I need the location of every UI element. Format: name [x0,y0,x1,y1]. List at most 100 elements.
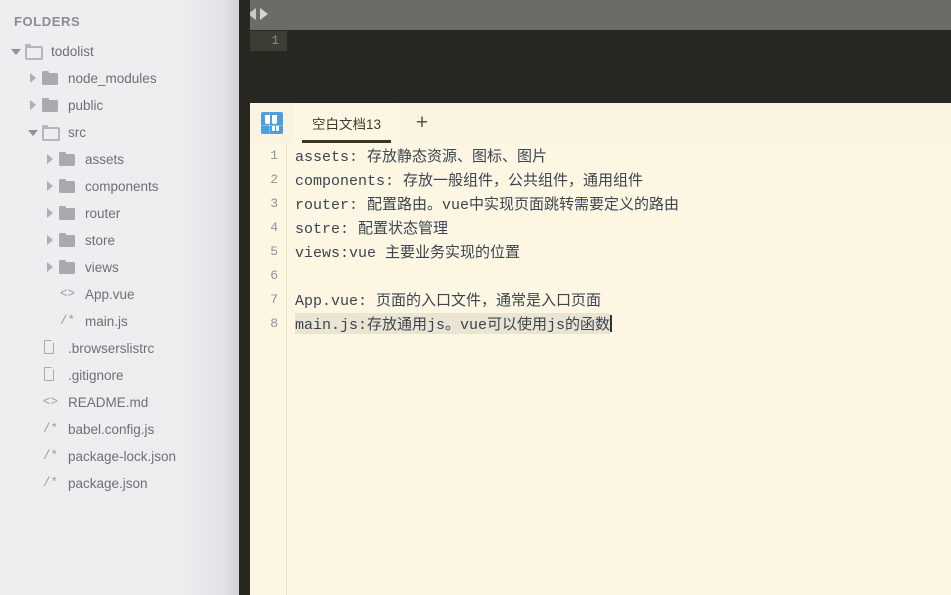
sidebar-item-node-modules[interactable]: node_modules [0,65,239,92]
tab-bar-filler [445,103,951,143]
line-text: views:vue 主要业务实现的位置 [295,244,521,262]
no-chevron-spacer [44,289,55,300]
sidebar-item-views[interactable]: views [0,254,239,281]
line-text: App.vue: 页面的入口文件，通常是入口页面 [295,292,602,310]
sidebar-item-readme-md[interactable]: <> README.md [0,389,239,416]
folder-closed-icon [58,260,77,275]
editor-toolbar [239,0,951,30]
sidebar-item-label: package.json [68,476,148,491]
app-root: FOLDERS todolist node_modulespublic src ass… [0,0,951,595]
line-number: 2 [270,171,278,187]
no-chevron-spacer [27,451,38,462]
sidebar-item-package-json[interactable]: /* package.json [0,470,239,497]
line-number: 6 [270,267,278,283]
folder-closed-icon [58,206,77,221]
folder-closed-icon [58,233,77,248]
document-lines: 1 assets: 存放静态资源、图标、图片 2 components: 存放一般组件… [250,143,951,335]
folder-tree: todolist node_modulespublic src assets compo… [0,38,239,497]
sidebar-item-label: README.md [68,395,149,410]
line-number: 4 [270,219,278,235]
sidebar-item-src[interactable]: src [0,119,239,146]
chevron-right-icon[interactable] [27,100,38,111]
sidebar-item-label: todolist [51,44,94,59]
sidebar-header-folders: FOLDERS [14,14,81,29]
no-chevron-spacer [27,478,38,489]
document-line: 3 router: 配置路由。vue中实现页面跳转需要定义的路由 [250,191,951,215]
line-number: 7 [270,291,278,307]
chevron-right-icon[interactable] [44,208,55,219]
sidebar-item-components[interactable]: components [0,173,239,200]
line-text: sotre: 配置状态管理 [295,220,449,238]
js-file-icon: /* [42,422,58,436]
chevron-right-icon[interactable] [44,262,55,273]
line-text: assets: 存放静态资源、图标、图片 [295,148,548,166]
sidebar-item-router[interactable]: router [0,200,239,227]
sidebar-item-browserslistrc[interactable]: .browserslistrc [0,335,239,362]
line-text: main.js:存放通用js。vue可以使用js的函数 [295,312,611,334]
sidebar-item-label: main.js [85,314,128,329]
chevron-right-icon[interactable] [44,235,55,246]
code-file-icon: <> [42,395,58,409]
document-line: 7 App.vue: 页面的入口文件，通常是入口页面 [250,287,951,311]
tab-label: 空白文档13 [311,117,382,132]
editor-left-spine [239,0,250,595]
document-line: 6 [250,263,951,287]
js-file-icon: /* [42,476,58,490]
sidebar-item-label: package-lock.json [68,449,177,464]
sidebar-item-todolist[interactable]: todolist [0,38,239,65]
folder-closed-icon [58,152,77,167]
line-number: 5 [270,243,278,259]
wps-quote-glyph [261,112,283,134]
sidebar-item-public[interactable]: public [0,92,239,119]
line-number: 3 [270,195,278,211]
sidebar-item-store[interactable]: store [0,227,239,254]
sidebar-item-assets[interactable]: assets [0,146,239,173]
sidebar-item-label: App.vue [85,287,135,302]
sidebar-item-babel-config-js[interactable]: /* babel.config.js [0,416,239,443]
sidebar-item-label: babel.config.js [68,422,155,437]
no-chevron-spacer [27,397,38,408]
code-file-icon: <> [59,287,75,301]
sidebar-item-label: .browserslistrc [68,341,155,356]
new-tab-button[interactable]: + [399,103,445,143]
document-tab-bar: 空白文档13 + [250,103,951,143]
document-line: 1 assets: 存放静态资源、图标、图片 [250,143,951,167]
sidebar-item-label: public [68,98,104,113]
line-text: components: 存放一般组件，公共组件，通用组件 [295,172,644,190]
wps-document-window: 空白文档13 + 1 assets: 存放静态资源、图标、图片 2 component… [250,103,951,595]
sidebar-item-main-js[interactable]: /* main.js [0,308,239,335]
chevron-right-icon[interactable] [27,73,38,84]
sidebar-item-package-lock-json[interactable]: /* package-lock.json [0,443,239,470]
sidebar-item-label: store [85,233,116,248]
folders-sidebar: FOLDERS todolist node_modulespublic src ass… [0,0,239,595]
chevron-down-icon[interactable] [10,46,21,57]
no-chevron-spacer [27,424,38,435]
sidebar-item-label: views [85,260,119,275]
wps-writer-icon [250,103,294,143]
chevron-right-icon[interactable] [44,181,55,192]
plain-file-icon [41,367,60,383]
sidebar-item-label: components [85,179,159,194]
chevron-down-icon[interactable] [27,127,38,138]
folder-closed-icon [58,179,77,194]
sidebar-item-label: assets [85,152,125,167]
js-file-icon: /* [42,449,58,463]
arrow-right-icon[interactable] [260,8,268,20]
no-chevron-spacer [44,316,55,327]
editor-nav-arrows [248,8,268,20]
chevron-right-icon[interactable] [44,154,55,165]
sidebar-item-label: .gitignore [68,368,124,383]
no-chevron-spacer [27,370,38,381]
document-line: 5 views:vue 主要业务实现的位置 [250,239,951,263]
folder-closed-icon [41,98,60,113]
sidebar-item-app-vue[interactable]: <> App.vue [0,281,239,308]
folder-closed-icon [41,71,60,86]
tab-blank-document[interactable]: 空白文档13 [294,103,399,143]
sidebar-item-gitignore[interactable]: .gitignore [0,362,239,389]
js-file-icon: /* [59,314,75,328]
document-text-area[interactable]: 1 assets: 存放静态资源、图标、图片 2 components: 存放一般组件… [250,143,951,595]
plain-file-icon [41,340,60,356]
sidebar-item-label: node_modules [68,71,157,86]
no-chevron-spacer [27,343,38,354]
line-number: 1 [270,147,278,163]
